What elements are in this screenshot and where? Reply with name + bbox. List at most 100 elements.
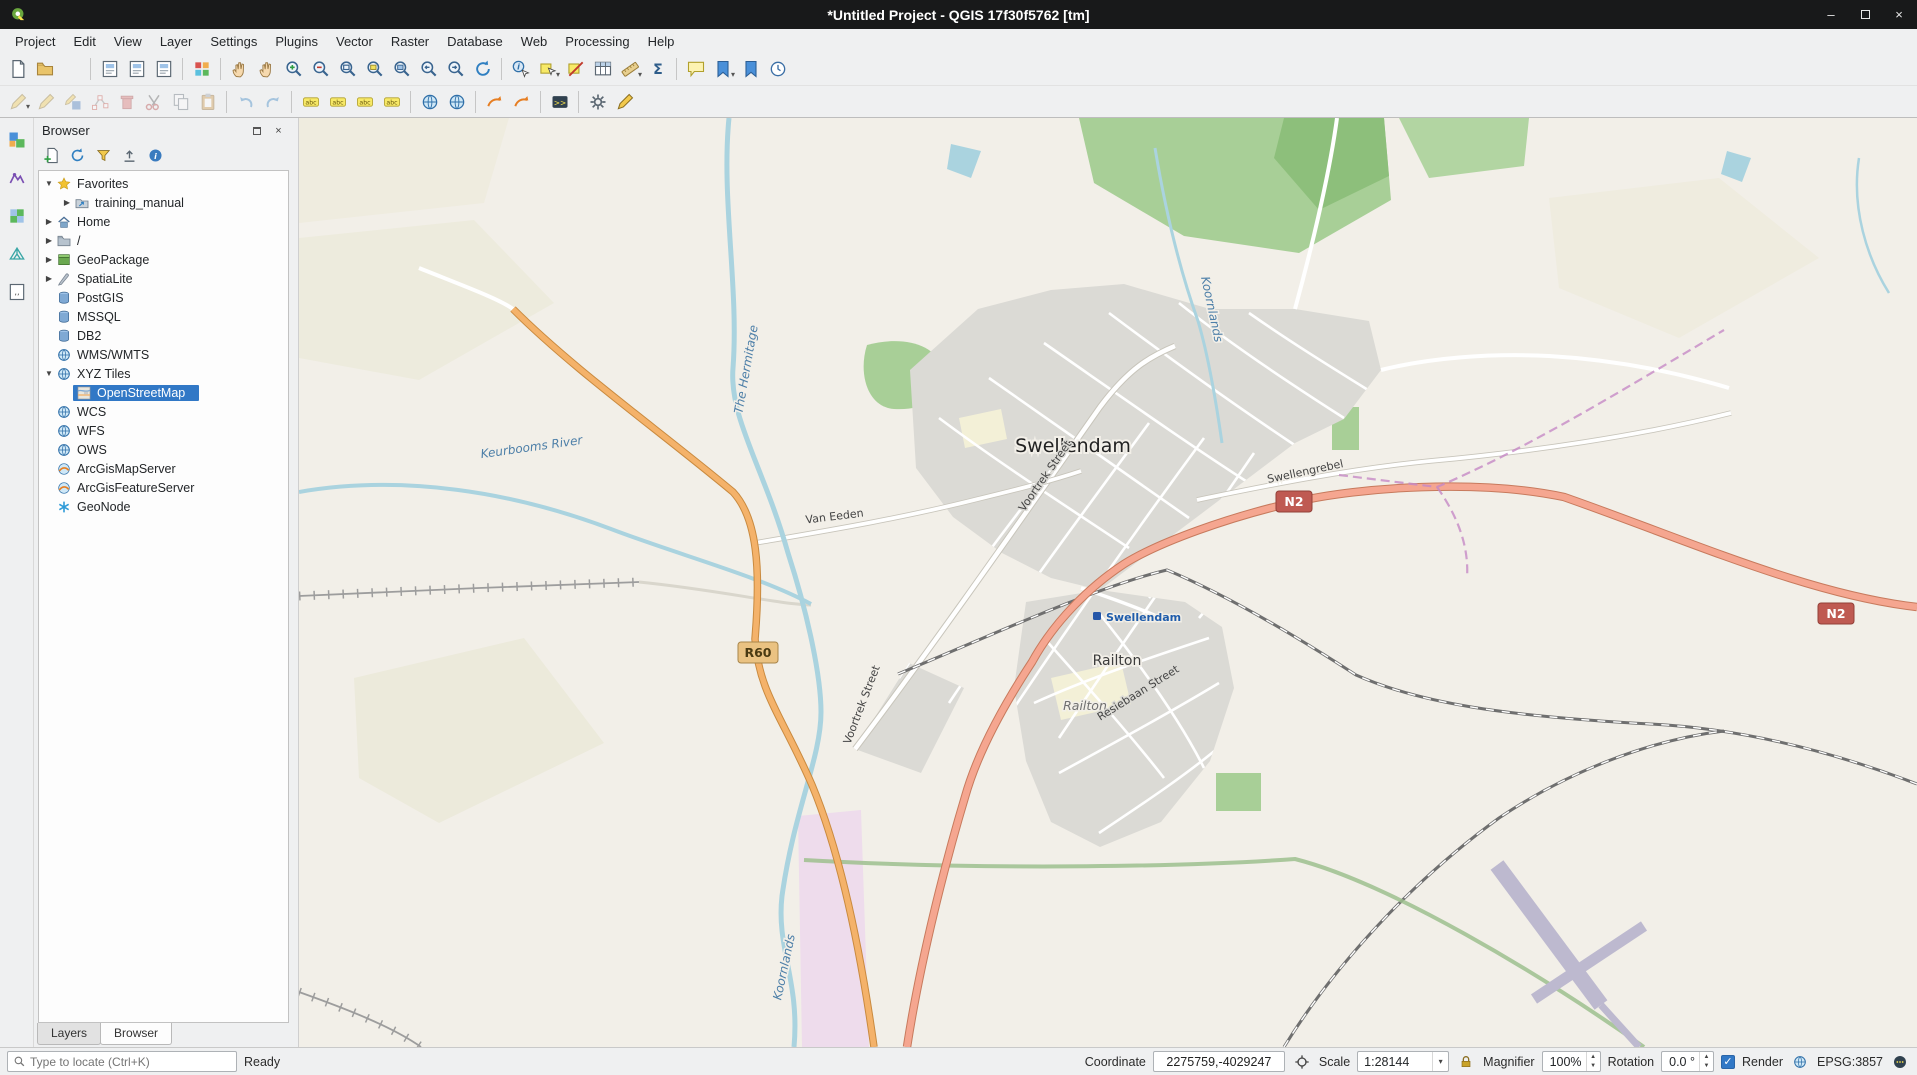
pan-map-button[interactable] [226,56,253,83]
statistical-summary-button[interactable] [644,56,671,83]
tree-item-spatialite[interactable]: ▶SpatiaLite [39,269,288,288]
openstreetmap-view[interactable]: N2 N2 R60 Swellendam Railton Railton Swe… [299,118,1917,1047]
add-raster-layer-button[interactable] [3,202,31,230]
spin-down-icon[interactable]: ▼ [1700,1062,1713,1072]
menu-layer[interactable]: Layer [151,32,202,51]
save-project-button[interactable] [58,56,85,83]
locate-bar[interactable] [7,1051,237,1072]
close-icon[interactable]: × [1891,7,1907,23]
zoom-to-layer-button[interactable] [388,56,415,83]
chevron-down-icon[interactable]: ▾ [638,70,642,79]
temporal-controller-button[interactable] [764,56,791,83]
expand-arrow-icon[interactable]: ▶ [43,236,55,245]
map-tips-button[interactable] [682,56,709,83]
new-print-layout-button[interactable] [96,56,123,83]
add-wms-layer-button[interactable] [443,88,470,115]
current-edits-button[interactable] [4,88,31,115]
spin-down-icon[interactable]: ▼ [1587,1062,1600,1072]
add-vector-layer-button[interactable] [3,164,31,192]
add-selected-layers-button[interactable] [40,144,62,166]
tree-item-geopackage[interactable]: ▶GeoPackage [39,250,288,269]
chevron-down-icon[interactable]: ▾ [1432,1052,1448,1071]
deselect-features-button[interactable] [562,56,589,83]
add-mesh-layer-button[interactable] [3,240,31,268]
zoom-out-button[interactable] [307,56,334,83]
tree-item-wfs[interactable]: WFS [39,421,288,440]
show-spatial-bookmarks-button[interactable] [737,56,764,83]
menu-raster[interactable]: Raster [382,32,438,51]
chevron-down-icon[interactable]: ▾ [731,70,735,79]
tree-item-openstreetmap[interactable]: OpenStreetMap [39,383,288,402]
save-layer-edits-button[interactable] [59,88,86,115]
expand-arrow-icon[interactable]: ▶ [43,274,55,283]
paste-features-button[interactable] [194,88,221,115]
identify-features-button[interactable] [507,56,534,83]
render-checkbox[interactable]: ✓ [1721,1055,1735,1069]
tree-item-db2[interactable]: DB2 [39,326,288,345]
pan-to-selection-button[interactable] [253,56,280,83]
tree-item-home[interactable]: ▶Home [39,212,288,231]
style-manager-button[interactable] [188,56,215,83]
expand-arrow-icon[interactable]: ▶ [61,198,73,207]
filter-browser-button[interactable] [92,144,114,166]
tree-item-favorites[interactable]: ▼Favorites [39,174,288,193]
new-project-button[interactable] [4,56,31,83]
map-canvas[interactable]: N2 N2 R60 Swellendam Railton Railton Swe… [299,118,1917,1047]
layout-manager-button[interactable] [150,56,177,83]
delete-selected-button[interactable] [113,88,140,115]
refresh-map-button[interactable] [469,56,496,83]
zoom-in-button[interactable] [280,56,307,83]
tree-item-training-manual[interactable]: ▶training_manual [39,193,288,212]
metasearch-button[interactable] [416,88,443,115]
vertex-tool-button[interactable] [86,88,113,115]
minimize-icon[interactable]: – [1823,7,1839,23]
menu-project[interactable]: Project [6,32,64,51]
menu-web[interactable]: Web [512,32,557,51]
menu-processing[interactable]: Processing [556,32,638,51]
menu-help[interactable]: Help [639,32,684,51]
crs-label[interactable]: EPSG:3857 [1817,1055,1883,1069]
layer-labeling-button[interactable] [297,88,324,115]
tree-item-arcgis-featureserver[interactable]: ArcGisFeatureServer [39,478,288,497]
properties-widget-button[interactable] [144,144,166,166]
undo-button[interactable] [232,88,259,115]
python-console-button[interactable] [546,88,573,115]
magnifier-spinbox[interactable]: 100% ▲▼ [1542,1051,1601,1072]
panel-close-button[interactable]: × [272,124,285,137]
expand-arrow-icon[interactable]: ▶ [43,217,55,226]
data-source-manager-button[interactable] [3,126,31,154]
spin-up-icon[interactable]: ▲ [1700,1052,1713,1062]
extents-toggle-button[interactable] [1292,1052,1312,1072]
refresh-browser-button[interactable] [66,144,88,166]
lock-scale-button[interactable] [1456,1052,1476,1072]
rotation-spinbox[interactable]: 0.0 ° ▲▼ [1661,1051,1714,1072]
pin-labels-button[interactable] [351,88,378,115]
zoom-last-button[interactable] [415,56,442,83]
zoom-full-button[interactable] [334,56,361,83]
zoom-to-selection-button[interactable] [361,56,388,83]
new-report-button[interactable] [123,56,150,83]
panel-float-button[interactable] [250,124,263,137]
tree-item-root[interactable]: ▶/ [39,231,288,250]
locate-input[interactable] [30,1055,231,1069]
menu-view[interactable]: View [105,32,151,51]
copy-features-button[interactable] [167,88,194,115]
scale-combo[interactable]: 1:28144 ▾ [1357,1051,1449,1072]
spin-up-icon[interactable]: ▲ [1587,1052,1600,1062]
expand-arrow-icon[interactable]: ▼ [43,179,55,188]
messages-button[interactable] [1890,1052,1910,1072]
menu-plugins[interactable]: Plugins [266,32,327,51]
open-project-button[interactable] [31,56,58,83]
menu-database[interactable]: Database [438,32,512,51]
tab-browser[interactable]: Browser [100,1023,172,1045]
tab-layers[interactable]: Layers [37,1023,101,1045]
menu-edit[interactable]: Edit [64,32,104,51]
maximize-icon[interactable] [1857,7,1873,23]
processing-toolbox-button[interactable] [584,88,611,115]
tree-item-arcgis-mapserver[interactable]: ArcGisMapServer [39,459,288,478]
tree-item-geonode[interactable]: GeoNode [39,497,288,516]
toggle-editing-button[interactable] [32,88,59,115]
move-label-button[interactable] [481,88,508,115]
add-delimited-text-layer-button[interactable] [3,278,31,306]
show-hidden-labels-button[interactable] [378,88,405,115]
